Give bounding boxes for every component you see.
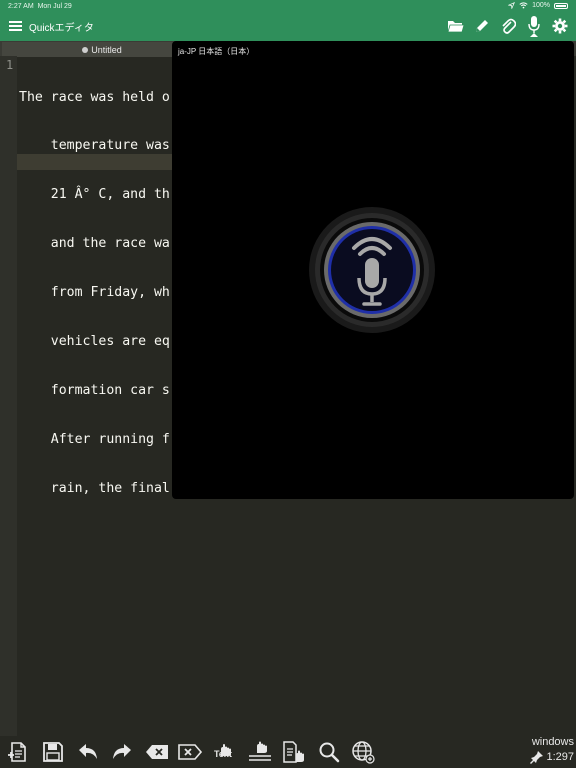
- globe-icon[interactable]: [350, 739, 376, 765]
- cursor-position-text: 1:297: [546, 751, 574, 763]
- line-ending-label[interactable]: windows: [532, 736, 574, 748]
- line-number-gutter: 1: [0, 56, 17, 736]
- app-title: Quickエディタ: [29, 23, 94, 34]
- status-bar: 2:27 AM Mon Jul 29 100%: [0, 0, 576, 13]
- record-button[interactable]: [308, 206, 436, 334]
- location-icon: [508, 2, 516, 9]
- nav-bar: Quickエディタ: [0, 13, 576, 40]
- editor-line: vehicles are eq: [19, 334, 170, 350]
- tab-label: Untitled: [91, 44, 122, 55]
- search-icon[interactable]: [316, 739, 342, 765]
- date-text: Mon Jul 29: [37, 3, 72, 10]
- editor-line: After running f: [19, 431, 170, 447]
- editor-line: 21 Â° C, and th: [19, 187, 170, 203]
- language-label: ja-JP 日本語（日本）: [178, 47, 255, 56]
- battery-text: 100%: [532, 2, 550, 9]
- microphone-icon[interactable]: [524, 16, 544, 37]
- editor-line: rain, the final: [19, 480, 170, 496]
- paperclip-icon[interactable]: [498, 16, 518, 36]
- text-hand-label: Text: [214, 749, 232, 759]
- microphone-record-icon: [309, 207, 435, 333]
- save-icon[interactable]: [40, 739, 66, 765]
- pencil-icon[interactable]: [472, 16, 492, 36]
- editor-line: formation car s: [19, 382, 170, 398]
- editor-line: The race was held o: [19, 89, 170, 105]
- copy-hand-icon[interactable]: [281, 739, 307, 765]
- wifi-icon: [519, 2, 528, 9]
- battery-icon: [554, 2, 568, 9]
- top-bar: 2:27 AM Mon Jul 29 100% Quickエディタ: [0, 0, 576, 40]
- pin-icon: [530, 751, 544, 764]
- line-hand-icon[interactable]: [247, 739, 273, 765]
- editor-text[interactable]: The race was held o temperature was 21 Â…: [19, 57, 170, 513]
- time-text: 2:27 AM: [8, 3, 34, 10]
- tab-status-dot: [82, 46, 89, 53]
- editor-line: temperature was: [19, 138, 170, 154]
- status-right: 100%: [508, 2, 568, 9]
- gear-icon[interactable]: [550, 16, 570, 36]
- new-file-icon[interactable]: [5, 739, 31, 765]
- undo-icon[interactable]: [75, 739, 101, 765]
- hamburger-menu-icon[interactable]: [9, 21, 22, 31]
- status-time: 2:27 AM Mon Jul 29: [8, 3, 72, 10]
- nav-actions: [446, 16, 570, 37]
- cursor-position: 1:297: [530, 750, 574, 764]
- bottom-toolbar: [0, 736, 576, 768]
- delete-backward-icon[interactable]: [144, 739, 170, 765]
- editor-line: from Friday, wh: [19, 285, 170, 301]
- folder-icon[interactable]: [446, 16, 466, 36]
- redo-icon[interactable]: [109, 739, 135, 765]
- line-number: 1: [6, 58, 14, 72]
- speech-recognition-popup: ja-JP 日本語（日本）: [172, 41, 574, 499]
- editor-line: and the race wa: [19, 236, 170, 252]
- delete-forward-icon[interactable]: [177, 739, 203, 765]
